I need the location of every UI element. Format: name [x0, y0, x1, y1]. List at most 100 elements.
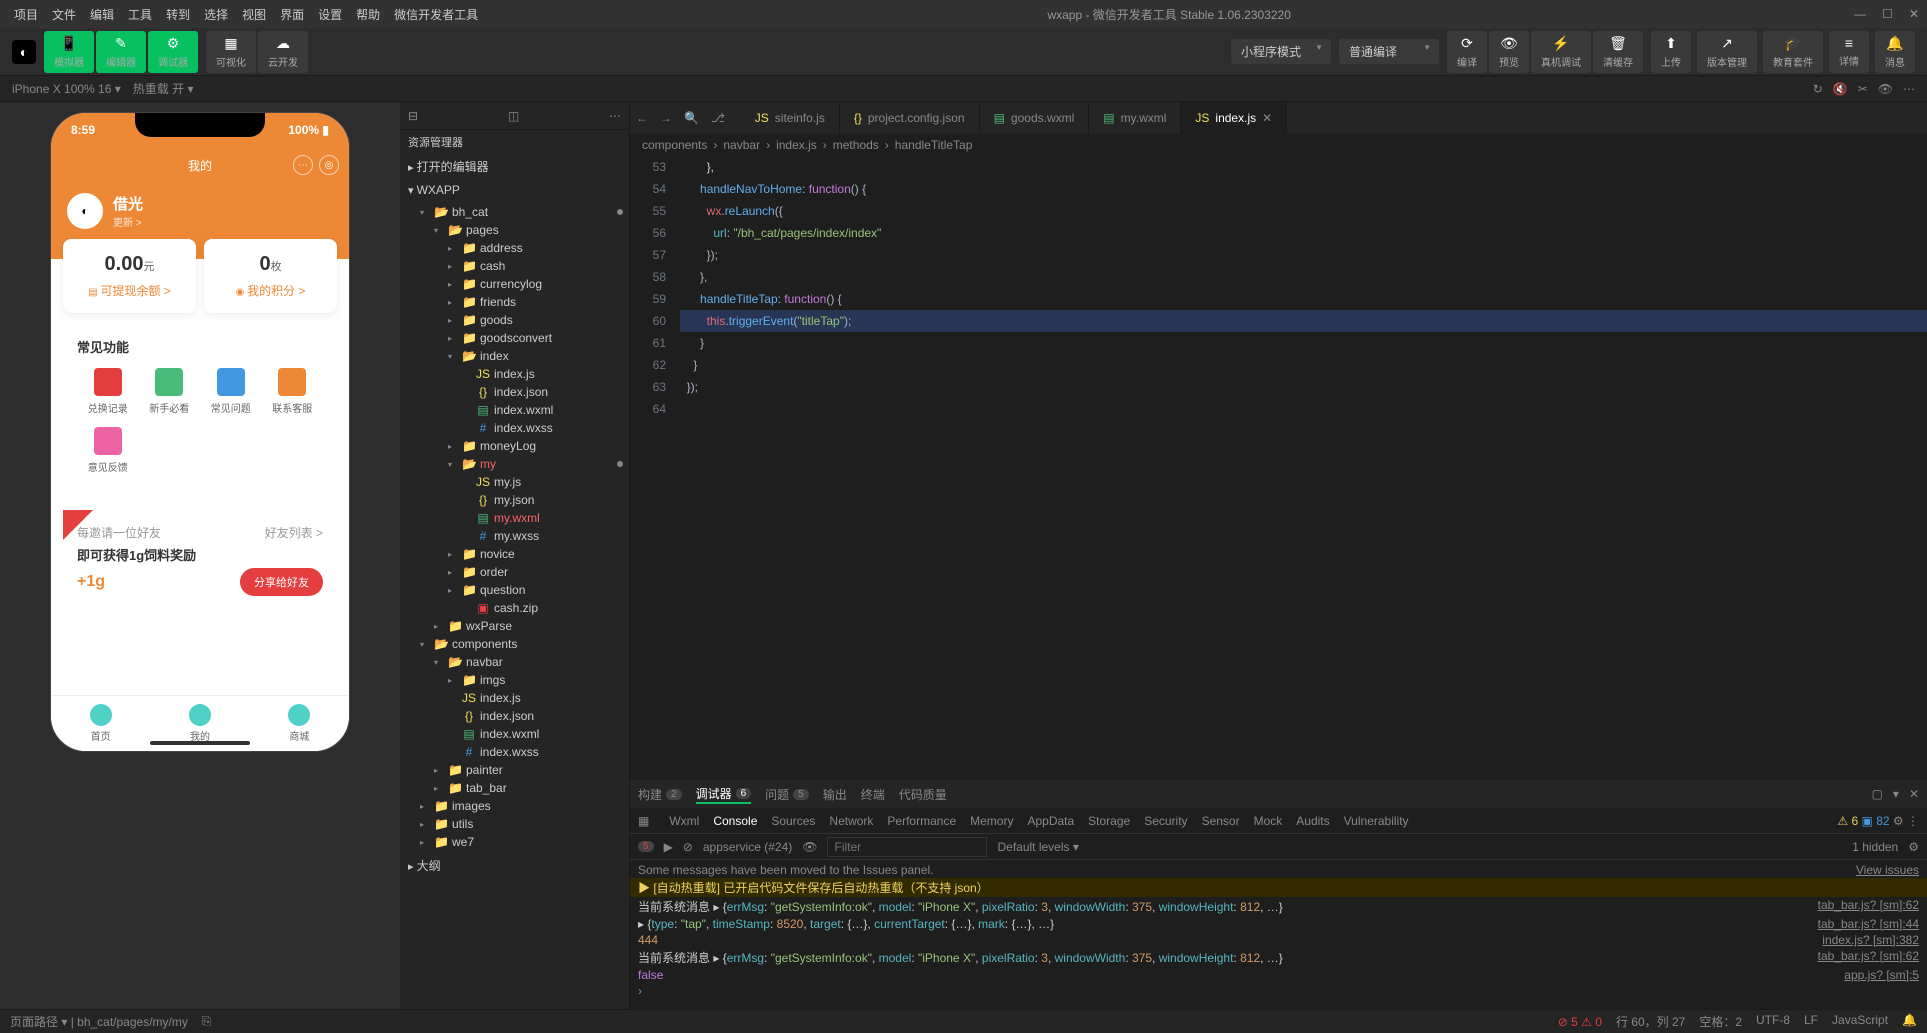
- tree-order[interactable]: ▸📁order: [400, 563, 629, 581]
- panel-tab-构建[interactable]: 构建 2: [638, 786, 682, 803]
- editor-tab-project.config.json[interactable]: {}project.config.json: [840, 102, 980, 134]
- tree-components[interactable]: ▾📂components: [400, 635, 629, 653]
- toolbar-消息[interactable]: 🔔消息: [1875, 31, 1915, 73]
- menu-帮助[interactable]: 帮助: [350, 2, 386, 27]
- toolbar-可视化[interactable]: ▦可视化: [206, 31, 256, 73]
- toolbar-预览[interactable]: 👁预览: [1489, 31, 1529, 73]
- cursor-position[interactable]: 行 60，列 27: [1616, 1013, 1685, 1030]
- devtools-tab-Sources[interactable]: Sources: [771, 814, 815, 828]
- tab-首页[interactable]: 首页: [51, 696, 150, 751]
- toolbar-教育套件[interactable]: 🎓教育套件: [1763, 31, 1823, 73]
- mode-dropdown[interactable]: 小程序模式: [1231, 39, 1331, 64]
- panel-down-icon[interactable]: ▾: [1893, 787, 1899, 801]
- tree-index.json[interactable]: {}index.json: [400, 707, 629, 725]
- toolbar-真机调试[interactable]: ⚡真机调试: [1531, 31, 1591, 73]
- tab-商城[interactable]: 商城: [250, 696, 349, 751]
- console-settings-icon[interactable]: ⚙: [1908, 840, 1919, 854]
- tree-goods[interactable]: ▸📁goods: [400, 311, 629, 329]
- tree-index.wxss[interactable]: #index.wxss: [400, 419, 629, 437]
- cut-icon[interactable]: ✂: [1858, 82, 1868, 96]
- menu-项目[interactable]: 项目: [8, 2, 44, 27]
- menu-转到[interactable]: 转到: [160, 2, 196, 27]
- avatar[interactable]: ◐: [67, 193, 103, 229]
- mute-icon[interactable]: 🔇: [1833, 82, 1848, 96]
- func-常见问题[interactable]: 常见问题: [200, 368, 262, 415]
- devtools-tab-Performance[interactable]: Performance: [887, 814, 956, 828]
- share-button[interactable]: 分享给好友: [240, 568, 323, 596]
- more-icon[interactable]: ⋯: [1903, 82, 1915, 96]
- devtools-tab-Memory[interactable]: Memory: [970, 814, 1013, 828]
- toolbar-上传[interactable]: ⬆上传: [1651, 31, 1691, 73]
- devtools-tab-Mock[interactable]: Mock: [1254, 814, 1283, 828]
- panel-tab-终端[interactable]: 终端: [861, 786, 885, 803]
- tree-goodsconvert[interactable]: ▸📁goodsconvert: [400, 329, 629, 347]
- tree-painter[interactable]: ▸📁painter: [400, 761, 629, 779]
- tree-my[interactable]: ▾📂my: [400, 455, 629, 473]
- panel-tab-代码质量[interactable]: 代码质量: [899, 786, 947, 803]
- menu-微信开发者工具[interactable]: 微信开发者工具: [388, 2, 484, 27]
- devtools-tab-Audits[interactable]: Audits: [1296, 814, 1329, 828]
- devtools-tab-Network[interactable]: Network: [829, 814, 873, 828]
- compile-dropdown[interactable]: 普通编译: [1339, 39, 1439, 64]
- gear-icon[interactable]: ⚙: [1893, 814, 1904, 828]
- device-selector[interactable]: iPhone X 100% 16 ▾: [12, 82, 121, 96]
- console-top-icon[interactable]: ▶: [664, 840, 673, 854]
- tree-index.json[interactable]: {}index.json: [400, 383, 629, 401]
- capsule-close-icon[interactable]: ◎: [319, 155, 339, 175]
- go-back-icon[interactable]: ←: [630, 111, 654, 125]
- eol[interactable]: LF: [1804, 1013, 1818, 1030]
- search-icon[interactable]: 🔍: [678, 111, 705, 125]
- tree-we7[interactable]: ▸📁we7: [400, 833, 629, 851]
- menu-界面[interactable]: 界面: [274, 2, 310, 27]
- tree-novice[interactable]: ▸📁novice: [400, 545, 629, 563]
- editor-tab-my.wxml[interactable]: ▤my.wxml: [1089, 102, 1181, 134]
- tree-navbar[interactable]: ▾📂navbar: [400, 653, 629, 671]
- minimize-icon[interactable]: —: [1854, 7, 1866, 21]
- user-sub[interactable]: 更新 >: [113, 214, 143, 229]
- tree-currencylog[interactable]: ▸📁currencylog: [400, 275, 629, 293]
- tree-moneyLog[interactable]: ▸📁moneyLog: [400, 437, 629, 455]
- console-levels[interactable]: Default levels ▾: [997, 840, 1078, 854]
- project-root[interactable]: ▾ WXAPP: [400, 179, 629, 201]
- devtools-tab-Storage[interactable]: Storage: [1088, 814, 1130, 828]
- split-icon[interactable]: ◫: [508, 109, 519, 123]
- encoding[interactable]: UTF-8: [1756, 1013, 1790, 1030]
- devtools-tab-Security[interactable]: Security: [1144, 814, 1187, 828]
- tree-utils[interactable]: ▸📁utils: [400, 815, 629, 833]
- toolbar-详情[interactable]: ≡详情: [1829, 31, 1869, 73]
- tree-index.wxss[interactable]: #index.wxss: [400, 743, 629, 761]
- tree-address[interactable]: ▸📁address: [400, 239, 629, 257]
- menu-文件[interactable]: 文件: [46, 2, 82, 27]
- tree-wxParse[interactable]: ▸📁wxParse: [400, 617, 629, 635]
- menu-编辑[interactable]: 编辑: [84, 2, 120, 27]
- editor-tab-goods.wxml[interactable]: ▤goods.wxml: [980, 102, 1090, 134]
- tree-friends[interactable]: ▸📁friends: [400, 293, 629, 311]
- func-新手必看[interactable]: 新手必看: [139, 368, 201, 415]
- outline-section[interactable]: ▸ 大纲: [400, 853, 629, 878]
- explorer-toggle-icon[interactable]: ⊟: [408, 109, 418, 123]
- tree-images[interactable]: ▸📁images: [400, 797, 629, 815]
- toolbar-编辑器[interactable]: ✎编辑器: [96, 31, 146, 73]
- panel-close-icon[interactable]: ✕: [1909, 787, 1919, 801]
- points-card[interactable]: 0枚 ◉ 我的积分 >: [204, 239, 337, 313]
- toolbar-清缓存[interactable]: 🗑清缓存: [1593, 31, 1643, 73]
- devtools-menu-icon[interactable]: ▦: [638, 814, 649, 828]
- bell-icon[interactable]: 🔔: [1902, 1013, 1917, 1030]
- tree-imgs[interactable]: ▸📁imgs: [400, 671, 629, 689]
- close-icon[interactable]: ✕: [1909, 7, 1919, 21]
- tree-my.js[interactable]: JSmy.js: [400, 473, 629, 491]
- devtools-tab-Sensor[interactable]: Sensor: [1202, 814, 1240, 828]
- tree-bh_cat[interactable]: ▾📂bh_cat: [400, 203, 629, 221]
- func-兑换记录[interactable]: 兑换记录: [77, 368, 139, 415]
- capsule-menu-icon[interactable]: ⋯: [293, 155, 313, 175]
- more-icon[interactable]: ⋯: [609, 109, 621, 123]
- tree-index.js[interactable]: JSindex.js: [400, 365, 629, 383]
- go-fwd-icon[interactable]: →: [654, 111, 678, 125]
- console-err-badge[interactable]: 5: [638, 841, 654, 852]
- tree-my.wxml[interactable]: ▤my.wxml: [400, 509, 629, 527]
- tree-index.wxml[interactable]: ▤index.wxml: [400, 725, 629, 743]
- devtools-tab-Wxml[interactable]: Wxml: [669, 814, 699, 828]
- eye-icon[interactable]: 👁: [1878, 82, 1893, 96]
- tree-pages[interactable]: ▾📂pages: [400, 221, 629, 239]
- devtools-tab-AppData[interactable]: AppData: [1027, 814, 1074, 828]
